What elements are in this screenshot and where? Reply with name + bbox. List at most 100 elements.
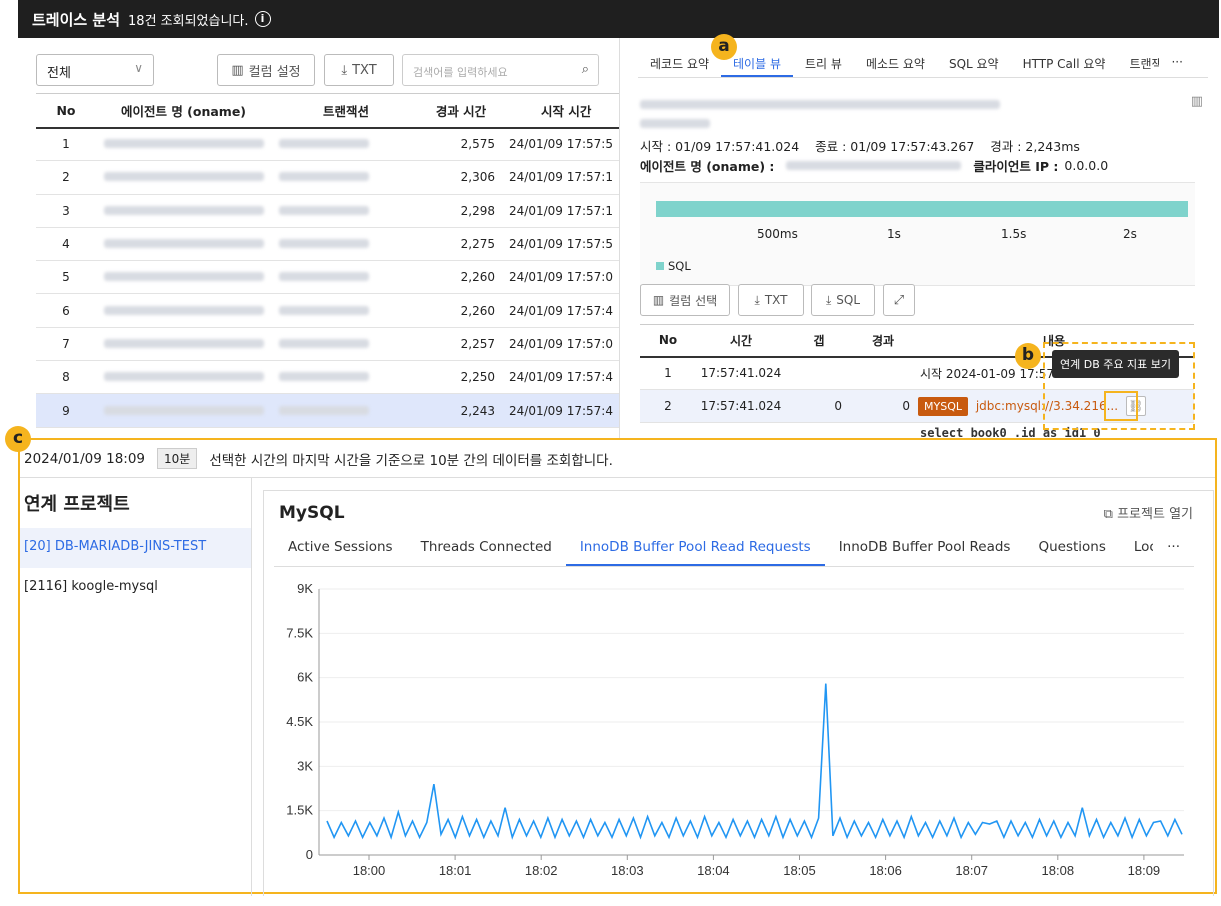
row-transaction xyxy=(271,194,421,228)
row-transaction xyxy=(271,227,421,262)
col-time[interactable]: 시간 xyxy=(696,324,786,358)
tab-record-summary[interactable]: 레코드 요약 xyxy=(638,46,721,77)
y-tick-label: 4.5K xyxy=(286,714,313,729)
y-tick-label: 0 xyxy=(306,847,313,862)
expand-icon[interactable]: ⤢ xyxy=(883,284,915,316)
row-gap xyxy=(786,356,852,390)
row-elapsed: 2,250 xyxy=(421,360,501,395)
client-value: 0.0.0.0 xyxy=(1064,158,1109,173)
row-start: 24/01/09 17:57:4 xyxy=(501,360,619,395)
search-input[interactable]: 검색어를 입력하세요 ⌕ xyxy=(402,54,599,86)
x-tick-label: 18:04 xyxy=(697,863,730,878)
row-elapsed: 2,243 xyxy=(421,393,501,428)
table-row[interactable]: 5 2,260 24/01/09 17:57:0 xyxy=(36,260,619,295)
search-placeholder: 검색어를 입력하세요 xyxy=(413,66,508,79)
txt-download-button[interactable]: ⤓ TXT xyxy=(324,54,394,86)
table-row[interactable]: 3 2,298 24/01/09 17:57:1 xyxy=(36,194,619,228)
range-description: 선택한 시간의 마지막 시간을 기준으로 10분 간의 데이터를 조회합니다. xyxy=(209,452,613,469)
open-project-button[interactable]: ⧉ 프로젝트 열기 xyxy=(1104,503,1193,522)
table-row[interactable]: 8 2,250 24/01/09 17:57:4 xyxy=(36,360,619,395)
timeline-tick: 500ms xyxy=(757,227,798,241)
tab-http-call-summary[interactable]: HTTP Call 요약 xyxy=(1011,46,1118,77)
col-agent[interactable]: 에이전트 명 (oname) xyxy=(96,93,271,129)
table-row[interactable]: 2 2,306 24/01/09 17:57:1 xyxy=(36,160,619,195)
tab-questions[interactable]: Questions xyxy=(1024,531,1119,566)
metric-tabs: Active Sessions Threads Connected InnoDB… xyxy=(274,531,1194,567)
x-tick-label: 18:08 xyxy=(1042,863,1075,878)
row-no: 4 xyxy=(36,227,96,262)
y-tick-label: 9K xyxy=(297,581,313,596)
elapsed-value: 2,243ms xyxy=(1025,139,1080,154)
row-transaction xyxy=(271,327,421,362)
chart-bar-icon[interactable]: ▥ xyxy=(1191,94,1203,109)
agent-summary: 에이전트 명 (oname) : 클라이언트 IP : 0.0.0.0 xyxy=(640,156,1108,175)
legend-label: SQL xyxy=(668,259,691,273)
project-item[interactable]: [2116] koogle-mysql xyxy=(20,568,251,608)
trace-summary: 시작 : 01/09 17:57:41.024 종료 : 01/09 17:57… xyxy=(640,136,1080,155)
x-tick-label: 18:06 xyxy=(869,863,902,878)
y-tick-label: 7.5K xyxy=(286,625,313,640)
row-agent xyxy=(96,127,271,162)
elapsed-label: 경과 : xyxy=(990,139,1022,154)
tab-innodb-read-requests[interactable]: InnoDB Buffer Pool Read Requests xyxy=(565,531,825,566)
header-bar: 트레이스 분석 18건 조회되었습니다. i xyxy=(18,0,1219,38)
sql-button[interactable]: ⤓ SQL xyxy=(811,284,875,316)
tab-tree-view[interactable]: 트리 뷰 xyxy=(793,46,854,77)
series-line[interactable] xyxy=(326,683,1183,840)
row-transaction xyxy=(271,260,421,295)
col-transaction[interactable]: 트랜잭션 xyxy=(271,93,421,129)
tab-method-summary[interactable]: 메소드 요약 xyxy=(854,46,937,77)
column-select-button[interactable]: ▥ 컬럼 선택 xyxy=(640,284,730,316)
txt-label: TXT xyxy=(352,62,377,78)
tab-lock-waits[interactable]: Lock W xyxy=(1120,531,1153,566)
search-icon[interactable]: ⌕ xyxy=(582,62,589,77)
download-icon: ⤓ xyxy=(825,292,832,307)
x-tick-label: 18:00 xyxy=(353,863,386,878)
table-row[interactable]: 1 2,575 24/01/09 17:57:5 xyxy=(36,127,619,162)
row-time: 17:57:41.024 xyxy=(696,389,786,423)
x-tick-label: 18:01 xyxy=(439,863,472,878)
row-elapsed xyxy=(852,356,914,390)
txt-button[interactable]: ⤓ TXT xyxy=(738,284,804,316)
tabs-more-button[interactable]: ··· xyxy=(1159,46,1194,77)
col-elapsed[interactable]: 경과 xyxy=(852,324,914,358)
row-no: 2 xyxy=(640,389,696,423)
filter-select[interactable]: 전체 ∨ xyxy=(36,54,154,86)
db-title: MySQL xyxy=(279,503,345,523)
open-project-label: 프로젝트 열기 xyxy=(1117,507,1193,522)
tab-active-sessions[interactable]: Active Sessions xyxy=(274,531,407,566)
table-row[interactable]: 7 2,257 24/01/09 17:57:0 xyxy=(36,327,619,362)
timeline-tick: 1s xyxy=(887,227,901,241)
info-icon[interactable]: i xyxy=(254,11,271,27)
column-settings-button[interactable]: ▥ 컬럼 설정 xyxy=(217,54,315,86)
sql-timeline-bar[interactable] xyxy=(656,201,1188,217)
column-settings-label: 컬럼 설정 xyxy=(248,64,301,80)
tab-innodb-reads[interactable]: InnoDB Buffer Pool Reads xyxy=(825,531,1025,566)
col-start[interactable]: 시작 시간 xyxy=(501,93,619,129)
row-no: 3 xyxy=(36,194,96,228)
row-elapsed: 2,260 xyxy=(421,260,501,295)
highlight-link-icon xyxy=(1104,391,1138,421)
col-gap[interactable]: 갭 xyxy=(786,324,852,358)
start-label: 시작 : xyxy=(640,139,672,154)
tabs-more-button[interactable]: ··· xyxy=(1153,531,1194,566)
col-no[interactable]: No xyxy=(36,93,96,129)
transaction-name xyxy=(640,94,1000,132)
row-elapsed: 0 xyxy=(852,389,914,423)
col-elapsed[interactable]: 경과 시간 xyxy=(421,93,501,129)
row-agent xyxy=(96,327,271,362)
table-row[interactable]: 9 2,243 24/01/09 17:57:4 xyxy=(36,393,619,428)
col-no[interactable]: No xyxy=(640,324,696,358)
agent-label: 에이전트 명 (oname) : xyxy=(640,159,775,174)
tab-sql-summary[interactable]: SQL 요약 xyxy=(937,46,1011,77)
tab-threads-connected[interactable]: Threads Connected xyxy=(407,531,566,566)
tab-transaction[interactable]: 트랜잭 xyxy=(1117,46,1159,77)
row-transaction xyxy=(271,293,421,328)
linked-projects-title: 연계 프로젝트 xyxy=(24,494,130,515)
columns-icon: ▥ xyxy=(652,293,665,307)
table-row[interactable]: 6 2,260 24/01/09 17:57:4 xyxy=(36,293,619,328)
table-row[interactable]: 4 2,275 24/01/09 17:57:5 xyxy=(36,227,619,262)
project-item[interactable]: [20] DB-MARIADB-JINS-TEST xyxy=(20,528,251,568)
timeline-legend: SQL xyxy=(656,259,691,273)
legend-swatch xyxy=(656,262,664,270)
